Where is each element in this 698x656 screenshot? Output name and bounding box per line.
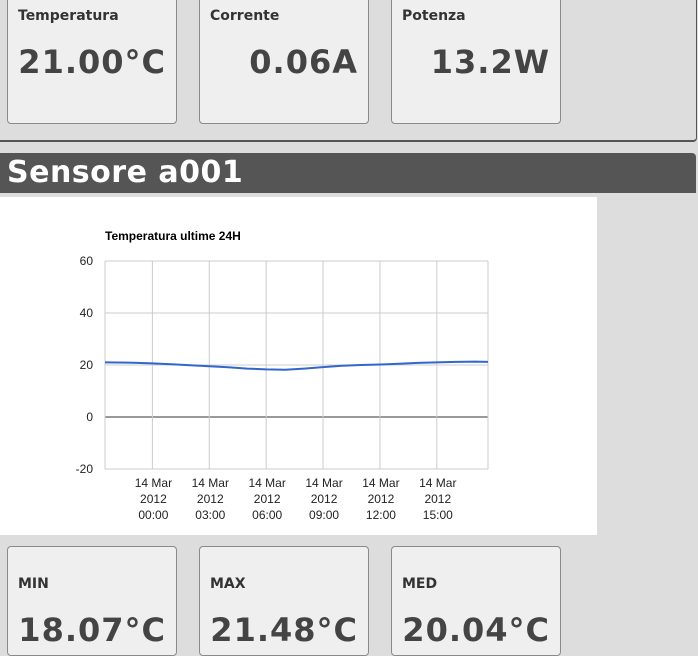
chart-title: Temperatura ultime 24H — [105, 229, 241, 243]
current-value: 0.06A — [249, 43, 358, 81]
y-tick-label: -20 — [76, 462, 94, 476]
x-tick-label: 15:00 — [423, 508, 453, 522]
power-card: Potenza 13.2W — [391, 0, 561, 124]
y-tick-label: 40 — [80, 306, 94, 320]
x-tick-label: 2012 — [368, 492, 395, 506]
y-axis-ticks: 60 40 20 0 -20 — [76, 254, 94, 476]
chart-series — [104, 360, 489, 371]
x-tick-label: 14 Mar — [362, 476, 399, 490]
y-tick-label: 20 — [80, 358, 94, 372]
temperature-series-line — [104, 360, 489, 371]
chart-canvas: Temperatura ultime 24H 60 40 20 0 -20 14 Mar… — [76, 229, 489, 522]
min-label: MIN — [18, 576, 49, 592]
x-tick-label: 14 Mar — [248, 476, 285, 490]
temperature-label: Temperatura — [18, 8, 119, 24]
sensor-title: Sensore a001 — [7, 155, 244, 190]
x-tick-label: 2012 — [140, 492, 167, 506]
x-tick-label: 2012 — [311, 492, 338, 506]
temperature-value: 21.00°C — [18, 43, 166, 81]
temperature-card: Temperatura 21.00°C — [7, 0, 177, 124]
med-label: MED — [402, 576, 438, 592]
current-label: Corrente — [210, 8, 280, 24]
y-tick-label: 0 — [86, 410, 93, 424]
x-tick-label: 12:00 — [366, 508, 396, 522]
x-axis-ticks: 14 Mar 2012 00:00 14 Mar 2012 03:00 14 Mar 2012… — [135, 476, 457, 522]
current-card: Corrente 0.06A — [199, 0, 369, 124]
sensor-section-header: Sensore a001 — [0, 153, 696, 193]
x-tick-label: 14 Mar — [192, 476, 229, 490]
max-value: 21.48°C — [210, 611, 358, 649]
x-tick-label: 14 Mar — [419, 476, 456, 490]
max-label: MAX — [210, 576, 246, 592]
x-tick-label: 2012 — [424, 492, 451, 506]
min-card: MIN 18.07°C — [7, 546, 177, 656]
min-value: 18.07°C — [18, 611, 166, 649]
y-tick-label: 60 — [80, 254, 94, 268]
x-tick-label: 03:00 — [195, 508, 225, 522]
x-tick-label: 2012 — [197, 492, 224, 506]
x-tick-label: 14 Mar — [305, 476, 342, 490]
x-tick-label: 06:00 — [252, 508, 282, 522]
power-value: 13.2W — [430, 43, 550, 81]
x-tick-label: 2012 — [254, 492, 281, 506]
x-tick-label: 00:00 — [138, 508, 168, 522]
x-tick-label: 14 Mar — [135, 476, 172, 490]
temperature-chart: Temperatura ultime 24H 60 40 20 0 -20 14 Mar… — [0, 197, 597, 535]
med-card: MED 20.04°C — [391, 546, 561, 656]
chart-grid — [104, 260, 489, 470]
power-label: Potenza — [402, 8, 466, 24]
med-value: 20.04°C — [402, 611, 550, 649]
top-stats-panel: Temperatura 21.00°C Corrente 0.06A Poten… — [0, 0, 697, 142]
max-card: MAX 21.48°C — [199, 546, 369, 656]
x-tick-label: 09:00 — [309, 508, 339, 522]
